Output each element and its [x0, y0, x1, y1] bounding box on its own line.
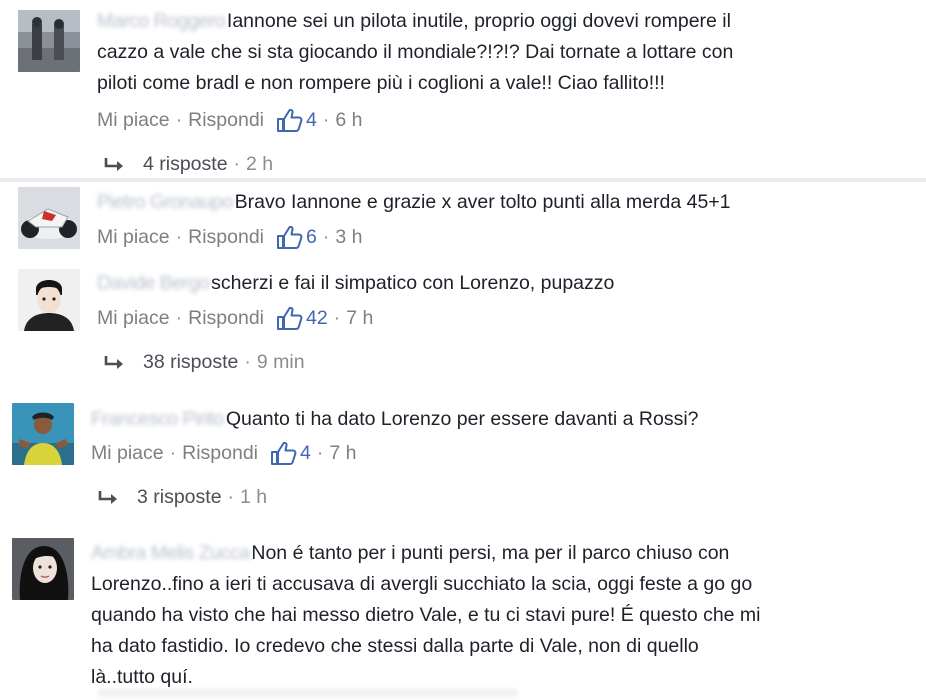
like-button[interactable]: Mi piace	[97, 109, 170, 132]
comment-text-line: piloti come bradl e non rompere più i co…	[97, 72, 665, 94]
comment-text: scherzi e fai il simpatico con Lorenzo, …	[211, 272, 615, 294]
author-name[interactable]: Davide Bergo	[97, 268, 210, 299]
comment-text-line: Lorenzo..fino a ieri ti accusava di aver…	[91, 573, 753, 595]
replies-time: 1 h	[240, 486, 268, 508]
timestamp[interactable]: 7 h	[346, 307, 373, 330]
replies-link[interactable]: 3 risposte · 1 h	[97, 486, 267, 509]
comment-text-line: quando ha visto che hai messo dietro Val…	[91, 604, 761, 626]
comment-text: Quanto ti ha dato Lorenzo per essere dav…	[225, 408, 699, 430]
avatar[interactable]	[18, 10, 80, 72]
avatar[interactable]	[18, 269, 80, 331]
comment-body: Ambra Melis Zucca Non é tanto per i punti…	[91, 538, 917, 693]
comment-actions: Mi piace · Rispondi 42 · 7 h	[97, 306, 374, 331]
thumbs-up-icon[interactable]	[276, 306, 303, 331]
timestamp[interactable]: 7 h	[329, 442, 356, 465]
comment-body: Marco Roggero Iannone sei un pilota inuti…	[97, 6, 917, 99]
thumbs-up-icon[interactable]	[276, 108, 303, 133]
reply-arrow-icon	[97, 489, 121, 507]
comment-actions: Mi piace · Rispondi 6 · 3 h	[97, 225, 363, 250]
replies-count[interactable]: 38 risposte	[143, 351, 238, 374]
comment-text-line: là..tutto quí.	[91, 666, 193, 688]
author-name[interactable]: Francesco Pirito	[91, 404, 224, 435]
like-button[interactable]: Mi piace	[91, 442, 164, 465]
reply-button[interactable]: Rispondi	[188, 226, 264, 249]
reply-button[interactable]: Rispondi	[182, 442, 258, 465]
replies-link[interactable]: 38 risposte · 9 min	[103, 351, 305, 374]
like-count[interactable]: 4	[306, 109, 317, 132]
comment-text-line: ha dato fastidio. Io credevo che stessi …	[91, 635, 699, 657]
comment-text-line: Iannone sei un pilota inutile, proprio o…	[226, 10, 731, 32]
author-name[interactable]: Ambra Melis Zucca	[91, 538, 250, 569]
comment-body: Davide Bergo scherzi e fai il simpatico c…	[97, 268, 917, 299]
like-button[interactable]: Mi piace	[97, 307, 170, 330]
reply-arrow-icon	[103, 354, 127, 372]
comment-actions: Mi piace · Rispondi 4 · 6 h	[97, 108, 363, 133]
replies-link[interactable]: 4 risposte · 2 h	[103, 153, 273, 176]
timestamp[interactable]: 3 h	[335, 226, 362, 249]
comment-panel-top: Marco Roggero Iannone sei un pilota inuti…	[0, 0, 926, 178]
timestamp[interactable]: 6 h	[335, 109, 362, 132]
author-name[interactable]: Pietro Gronaupo	[97, 187, 233, 218]
comment-body: Francesco Pirito Quanto ti ha dato Lorenz…	[91, 404, 917, 435]
like-count[interactable]: 4	[300, 442, 311, 465]
comment-text-line: Non é tanto per i punti persi, ma per il…	[251, 542, 730, 564]
cut-off-actions	[98, 690, 518, 700]
avatar[interactable]	[18, 187, 80, 249]
reply-button[interactable]: Rispondi	[188, 109, 264, 132]
replies-time: 2 h	[246, 153, 274, 175]
comment-actions: Mi piace · Rispondi 4 · 7 h	[91, 441, 357, 466]
like-count[interactable]: 6	[306, 226, 317, 249]
replies-time: 9 min	[256, 351, 305, 373]
like-button[interactable]: Mi piace	[97, 226, 170, 249]
replies-count[interactable]: 3 risposte	[137, 486, 222, 509]
comment-body: Pietro Gronaupo Bravo Iannone e grazie x …	[97, 187, 917, 218]
comment-text-line: cazzo a vale che si sta giocando il mond…	[97, 41, 734, 63]
like-count[interactable]: 42	[306, 307, 328, 330]
comment-text: Bravo Iannone e grazie x aver tolto punt…	[234, 191, 731, 213]
thumbs-up-icon[interactable]	[270, 441, 297, 466]
avatar[interactable]	[12, 538, 74, 600]
author-name[interactable]: Marco Roggero	[97, 6, 225, 37]
thumbs-up-icon[interactable]	[276, 225, 303, 250]
reply-button[interactable]: Rispondi	[188, 307, 264, 330]
replies-count[interactable]: 4 risposte	[143, 153, 228, 176]
reply-arrow-icon	[103, 156, 127, 174]
avatar[interactable]	[12, 403, 74, 465]
